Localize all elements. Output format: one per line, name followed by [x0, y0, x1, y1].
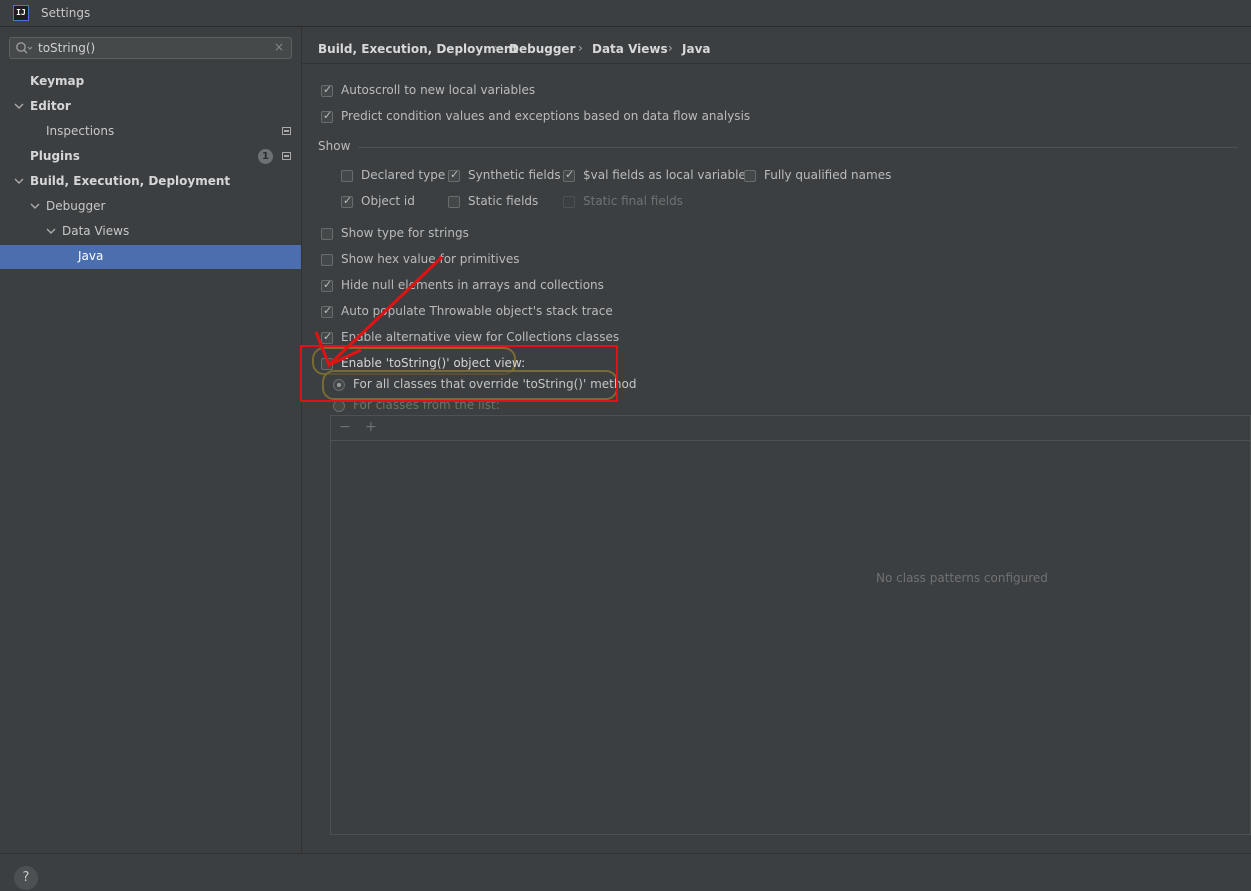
dialog-footer: ? — [0, 853, 1251, 891]
sidebar-item-debugger[interactable]: Debugger — [0, 195, 301, 219]
sidebar-item-label: Inspections — [46, 124, 115, 138]
show-type-strings-checkbox[interactable] — [321, 228, 333, 240]
title-bar: IJ Settings — [0, 0, 1251, 27]
option-label: Predict condition values and exceptions … — [341, 109, 751, 123]
sidebar-item-label: Build, Execution, Deployment — [30, 174, 231, 188]
option-label: Fully qualified names — [764, 168, 892, 182]
synthetic-fields-checkbox[interactable] — [448, 168, 460, 182]
search-value[interactable]: toString() — [38, 41, 95, 55]
window-title: Settings — [41, 6, 91, 20]
breadcrumb-separator: › — [494, 41, 499, 55]
sidebar-item-java[interactable]: Java — [0, 245, 301, 269]
settings-content: Build, Execution, Deployment › Debugger … — [302, 27, 1251, 853]
val-fields-checkbox[interactable] — [563, 168, 575, 182]
breadcrumb-separator: › — [578, 41, 583, 55]
search-input[interactable]: toString() × — [9, 37, 292, 59]
annotation-highlight-box — [300, 345, 618, 402]
sidebar-item-label: Plugins — [30, 149, 80, 163]
sidebar-item-label: Java — [78, 249, 104, 263]
option-label: Synthetic fields — [468, 168, 561, 182]
option-label: Show type for strings — [341, 226, 469, 240]
search-icon[interactable] — [15, 40, 33, 56]
remove-pattern-button[interactable]: − — [339, 419, 351, 435]
sidebar-item-inspections[interactable]: Inspections — [0, 120, 301, 144]
chevron-down-icon[interactable] — [14, 102, 24, 110]
breadcrumb-item[interactable]: Build, Execution, Deployment — [318, 42, 518, 56]
plugin-updates-badge: 1 — [258, 149, 273, 164]
alternative-view-checkbox[interactable] — [321, 330, 333, 344]
chevron-down-icon[interactable] — [46, 227, 56, 235]
project-settings-icon — [282, 152, 291, 160]
class-patterns-table: − + No class patterns configured — [330, 415, 1251, 835]
sidebar-item-data-views[interactable]: Data Views — [0, 220, 301, 244]
breadcrumb-item: Java — [682, 42, 711, 56]
sidebar-item-build-execution-deployment[interactable]: Build, Execution, Deployment — [0, 170, 301, 194]
static-final-fields-checkbox — [563, 196, 575, 208]
sidebar-item-label: Data Views — [62, 224, 130, 238]
declared-type-checkbox[interactable] — [341, 170, 353, 182]
sidebar-item-label: Editor — [30, 99, 71, 113]
object-id-checkbox[interactable] — [341, 194, 353, 208]
show-hex-checkbox[interactable] — [321, 254, 333, 266]
autoscroll-checkbox[interactable] — [321, 83, 333, 97]
fully-qualified-checkbox[interactable] — [744, 170, 756, 182]
breadcrumb: Build, Execution, Deployment › Debugger … — [302, 27, 1251, 64]
sidebar-item-editor[interactable]: Editor — [0, 95, 301, 119]
option-label: Declared type — [361, 168, 446, 182]
breadcrumb-separator: › — [668, 41, 673, 55]
add-pattern-button[interactable]: + — [365, 419, 377, 435]
option-label: Auto populate Throwable object's stack t… — [341, 304, 613, 318]
breadcrumb-item[interactable]: Debugger — [509, 42, 575, 56]
clear-search-icon[interactable]: × — [274, 40, 284, 54]
section-divider — [358, 147, 1238, 148]
chevron-down-icon[interactable] — [14, 177, 24, 185]
option-label: Enable alternative view for Collections … — [341, 330, 620, 344]
empty-table-message: No class patterns configured — [876, 571, 1048, 585]
option-label: $val fields as local variables — [583, 168, 753, 182]
hide-null-checkbox[interactable] — [321, 278, 333, 292]
option-label: Static final fields — [583, 194, 683, 208]
option-label: Show hex value for primitives — [341, 252, 520, 266]
intellij-logo-icon: IJ — [13, 5, 29, 21]
chevron-down-icon[interactable] — [30, 202, 40, 210]
predict-values-checkbox[interactable] — [321, 109, 333, 123]
auto-populate-checkbox[interactable] — [321, 304, 333, 318]
table-toolbar: − + — [331, 416, 1250, 441]
project-settings-icon — [282, 127, 291, 135]
breadcrumb-item[interactable]: Data Views — [592, 42, 668, 56]
sidebar-item-label: Keymap — [30, 74, 85, 88]
option-label: Autoscroll to new local variables — [341, 83, 536, 97]
option-label: Hide null elements in arrays and collect… — [341, 278, 604, 292]
sidebar-item-label: Debugger — [46, 199, 106, 213]
sidebar-item-plugins[interactable]: Plugins 1 — [0, 145, 301, 169]
static-fields-checkbox[interactable] — [448, 196, 460, 208]
help-button[interactable]: ? — [14, 866, 38, 890]
option-label: Object id — [361, 194, 415, 208]
settings-sidebar: toString() × Keymap Editor Inspections P… — [0, 27, 302, 853]
show-section-title: Show — [318, 139, 351, 153]
sidebar-item-keymap[interactable]: Keymap — [0, 70, 301, 94]
option-label: Static fields — [468, 194, 539, 208]
